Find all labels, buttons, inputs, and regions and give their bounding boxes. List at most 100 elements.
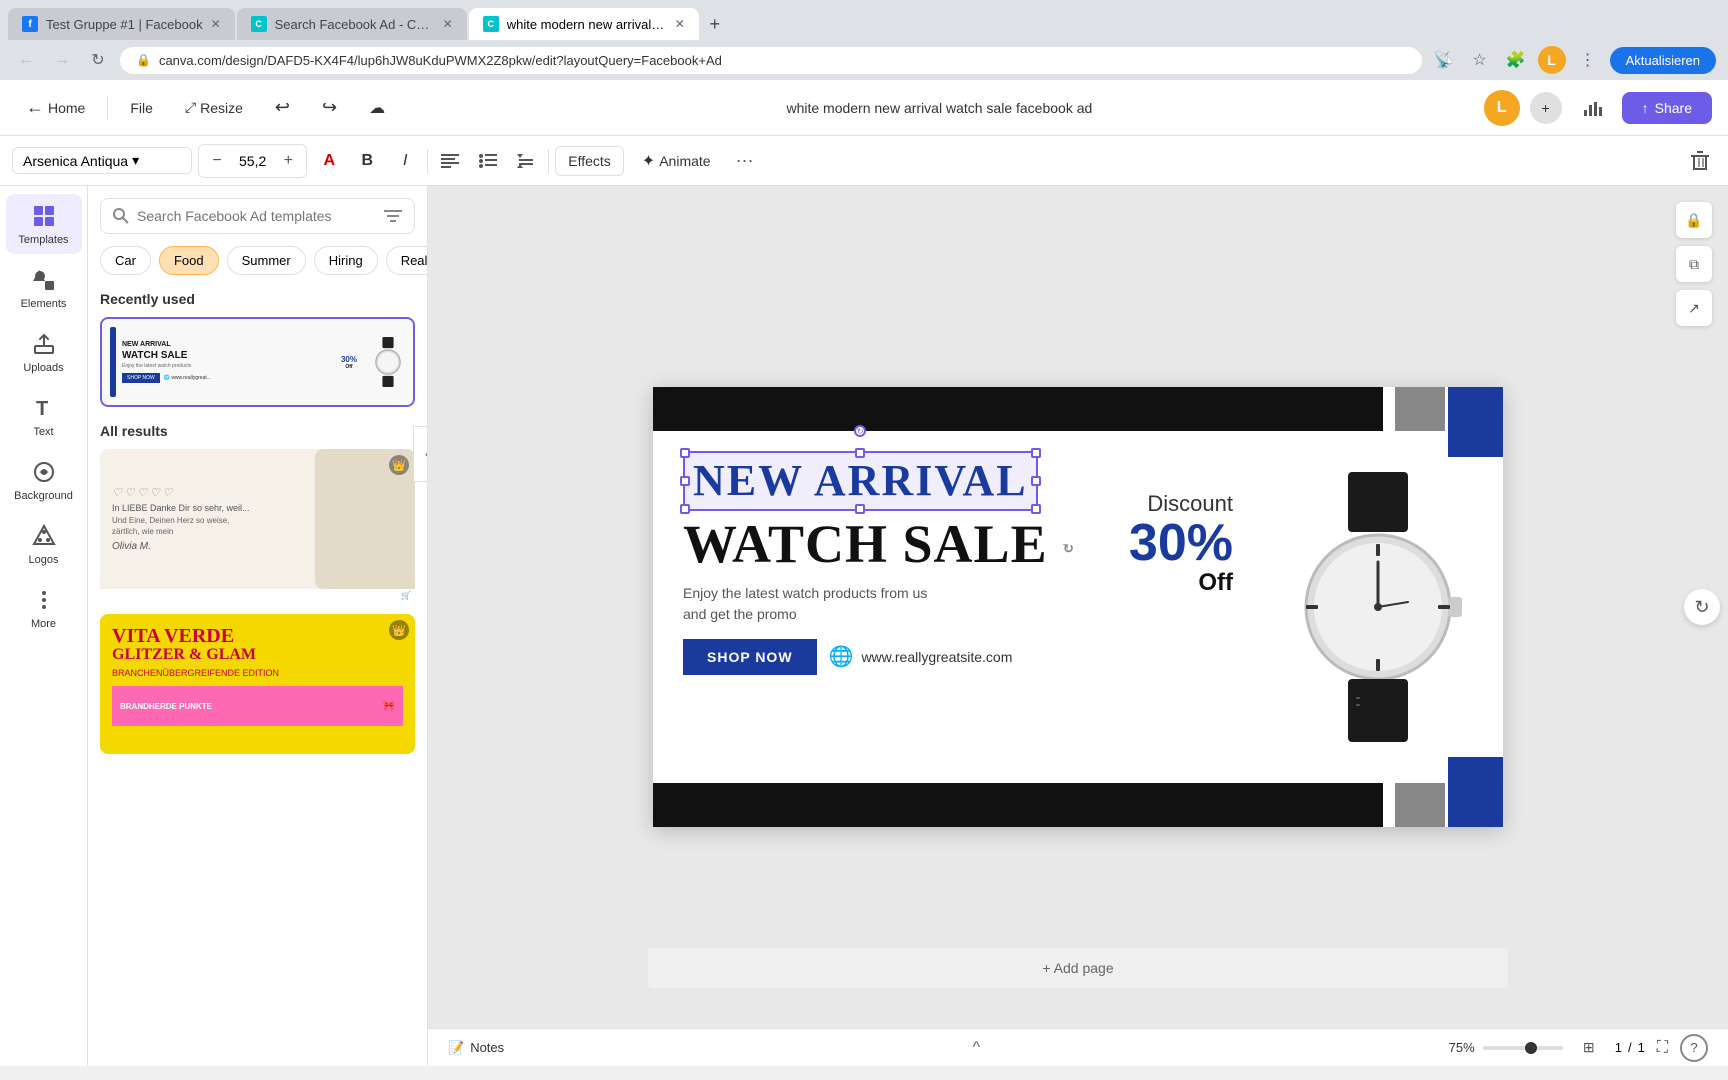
- discount-pct: 30%: [1129, 517, 1233, 569]
- undo-icon: ↩: [275, 97, 290, 118]
- spacing-button[interactable]: [510, 145, 542, 177]
- increase-size-button[interactable]: +: [276, 149, 300, 173]
- profile-icon[interactable]: L: [1538, 46, 1566, 74]
- page-indicator: 1 / 1: [1615, 1040, 1645, 1055]
- tab-3[interactable]: C white modern new arrival watc... ✕: [469, 8, 699, 40]
- template-card-2[interactable]: VITA VERDE GLITZER & GLAM BRANCHENÜBERGR…: [100, 614, 415, 754]
- left-sidebar: Templates Elements Uploads: [0, 186, 88, 1066]
- reload-button[interactable]: ↻: [84, 46, 112, 74]
- font-selector[interactable]: Arsenica Antiqua ▾: [12, 147, 192, 174]
- ad-black-bar-top: [653, 387, 1383, 431]
- new-arrival-container[interactable]: NEW ARRIVAL ↻: [683, 451, 1038, 511]
- analytics-icon[interactable]: [1572, 92, 1612, 124]
- notes-icon: 📝: [448, 1040, 464, 1056]
- zoom-slider[interactable]: [1483, 1046, 1563, 1050]
- back-button[interactable]: ←: [12, 46, 40, 74]
- copy-button[interactable]: ⧉: [1676, 246, 1712, 282]
- search-input[interactable]: [137, 208, 376, 224]
- tab-2-title: Search Facebook Ad - Canva: [275, 17, 435, 32]
- tag-hiring[interactable]: Hiring: [314, 246, 378, 275]
- chevron-down-icon: ▾: [132, 152, 139, 169]
- templates-panel: Car Food Summer Hiring Real e... › Recen…: [88, 186, 428, 1066]
- avatar[interactable]: L: [1484, 90, 1520, 126]
- notes-button[interactable]: 📝 Notes: [448, 1040, 504, 1056]
- tab-2-close[interactable]: ✕: [443, 17, 453, 31]
- decrease-size-button[interactable]: −: [205, 149, 229, 173]
- undo-button[interactable]: ↩: [265, 91, 300, 124]
- tag-car[interactable]: Car: [100, 246, 151, 275]
- refresh-icon: ↻: [1694, 597, 1709, 618]
- sidebar-item-uploads[interactable]: Uploads: [6, 322, 82, 382]
- menu-icon[interactable]: ⋮: [1574, 46, 1602, 74]
- new-tab-button[interactable]: +: [701, 10, 729, 38]
- filter-icon[interactable]: [384, 207, 402, 225]
- delete-button[interactable]: [1684, 145, 1716, 177]
- collapse-top-button[interactable]: ^: [973, 1039, 981, 1057]
- expand-button[interactable]: ⛶: [1657, 1039, 1668, 1057]
- sidebar-item-elements[interactable]: Elements: [6, 258, 82, 318]
- divider-3: [548, 149, 549, 173]
- sidebar-item-text[interactable]: T Text: [6, 386, 82, 446]
- italic-button[interactable]: I: [389, 145, 421, 177]
- tab-3-close[interactable]: ✕: [675, 17, 685, 31]
- lock-button[interactable]: 🔒: [1676, 202, 1712, 238]
- recent-template-card[interactable]: NEW ARRIVAL WATCH SALE Enjoy the latest …: [100, 317, 415, 407]
- zoom-level: 75%: [1449, 1040, 1475, 1055]
- share-button[interactable]: ↑ Share: [1622, 92, 1712, 124]
- rotate-icon: ↻: [1062, 542, 1075, 557]
- page-current: 1: [1615, 1040, 1622, 1055]
- redo-button[interactable]: ↪: [312, 91, 347, 124]
- address-bar-row: ← → ↻ 🔒 canva.com/design/DAFD5-KX4F4/lup…: [0, 40, 1728, 80]
- bookmark-icon[interactable]: ☆: [1466, 46, 1494, 74]
- update-button[interactable]: Aktualisieren: [1610, 47, 1716, 74]
- tag-real[interactable]: Real e...: [386, 246, 427, 275]
- recently-used-title: Recently used: [100, 291, 415, 307]
- more-label: More: [31, 618, 56, 630]
- resize-button[interactable]: ⤢ Resize: [175, 93, 253, 122]
- rotate-handle[interactable]: ↻: [854, 425, 866, 437]
- doc-title: white modern new arrival watch sale face…: [407, 100, 1472, 116]
- tag-food[interactable]: Food: [159, 246, 219, 275]
- fit-button[interactable]: ⊞: [1575, 1034, 1603, 1062]
- forward-button[interactable]: →: [48, 46, 76, 74]
- panel-collapse-button[interactable]: ‹: [413, 426, 428, 482]
- address-bar[interactable]: 🔒 canva.com/design/DAFD5-KX4F4/lup6hJW8u…: [120, 47, 1422, 74]
- more-options-button[interactable]: ···: [729, 145, 761, 177]
- font-name: Arsenica Antiqua: [23, 153, 128, 169]
- link-button[interactable]: ↗: [1676, 290, 1712, 326]
- tab-2[interactable]: C Search Facebook Ad - Canva ✕: [237, 8, 467, 40]
- sidebar-item-templates[interactable]: Templates: [6, 194, 82, 254]
- sidebar-item-background[interactable]: Background: [6, 450, 82, 510]
- cast-icon[interactable]: 📡: [1430, 46, 1458, 74]
- tab-1-close[interactable]: ✕: [211, 17, 221, 31]
- animate-button[interactable]: ✦ Animate: [630, 145, 723, 177]
- align-button[interactable]: [434, 145, 466, 177]
- tab-1[interactable]: f Test Gruppe #1 | Facebook ✕: [8, 8, 235, 40]
- chevron-left-icon: ←: [26, 97, 44, 118]
- all-results-section: All results ♡ ♡ ♡ ♡ ♡ In LIEBE Danke Dir…: [100, 423, 415, 754]
- text-color-button[interactable]: A: [313, 145, 345, 177]
- template-card-1[interactable]: ♡ ♡ ♡ ♡ ♡ In LIEBE Danke Dir so sehr, we…: [100, 449, 415, 602]
- list-button[interactable]: [472, 145, 504, 177]
- sidebar-item-more[interactable]: More: [6, 578, 82, 638]
- add-page-button[interactable]: + Add page: [648, 948, 1508, 988]
- bold-button[interactable]: B: [351, 145, 383, 177]
- tag-summer[interactable]: Summer: [227, 246, 306, 275]
- add-page-button[interactable]: +: [1530, 92, 1562, 124]
- sidebar-item-logos[interactable]: Logos: [6, 514, 82, 574]
- cloud-save-button[interactable]: ☁: [359, 92, 395, 124]
- file-button[interactable]: File: [120, 94, 163, 122]
- effects-button[interactable]: Effects: [555, 146, 624, 176]
- tab-3-title: white modern new arrival watc...: [507, 17, 667, 32]
- help-button[interactable]: ?: [1680, 1034, 1708, 1062]
- home-button[interactable]: ← Home: [16, 91, 95, 124]
- elements-label: Elements: [21, 298, 67, 310]
- tab-bar: f Test Gruppe #1 | Facebook ✕ C Search F…: [0, 0, 1728, 40]
- cloud-icon: ☁: [369, 98, 385, 118]
- zoom-thumb: [1525, 1042, 1537, 1054]
- shop-now-button[interactable]: SHOP NOW: [683, 639, 817, 675]
- refresh-button[interactable]: ↻: [1684, 589, 1720, 625]
- extensions-icon[interactable]: 🧩: [1502, 46, 1530, 74]
- share-label: Share: [1655, 100, 1692, 116]
- canvas-area: 🔒 ⧉ ↗ ↻: [428, 186, 1728, 1066]
